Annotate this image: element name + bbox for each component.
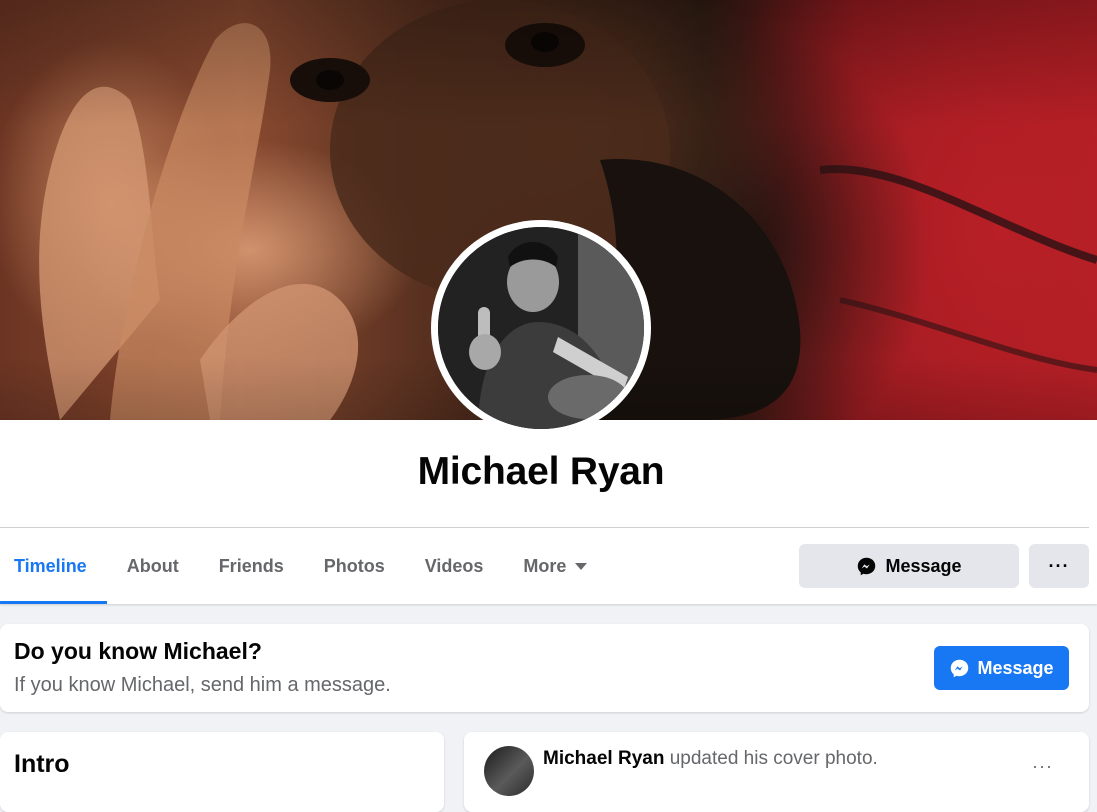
post-menu-icon[interactable]: ··· (1032, 756, 1053, 777)
message-button-label: Message (885, 555, 962, 576)
tab-friends[interactable]: Friends (199, 528, 304, 604)
profile-picture-image (438, 227, 644, 429)
more-actions-button[interactable]: ··· (1029, 544, 1089, 588)
post-card: Michael Ryan updated his cover photo. ··… (464, 732, 1089, 812)
more-dots-icon: ··· (1048, 556, 1070, 576)
post-action-text: updated his cover photo. (664, 748, 878, 769)
know-card-title: Do you know Michael? (14, 638, 262, 664)
tab-videos[interactable]: Videos (405, 528, 504, 604)
profile-tabs: Timeline About Friends Photos Videos Mor… (0, 528, 607, 604)
tab-photos[interactable]: Photos (304, 528, 405, 604)
know-card-subtitle: If you know Michael, send him a message. (14, 674, 391, 696)
know-card-message-button[interactable]: Message (934, 646, 1069, 690)
post-author-name[interactable]: Michael Ryan (543, 748, 664, 769)
caret-down-icon (575, 562, 588, 570)
tab-timeline[interactable]: Timeline (0, 528, 107, 604)
post-author-avatar[interactable] (484, 746, 534, 796)
profile-picture[interactable] (431, 220, 651, 436)
post-header: Michael Ryan updated his cover photo. (543, 748, 878, 770)
tab-about[interactable]: About (107, 528, 199, 604)
intro-card: Intro (0, 732, 444, 812)
tab-more-label: More (523, 555, 567, 576)
know-card-message-label: Message (977, 657, 1054, 678)
intro-title: Intro (14, 750, 70, 778)
know-person-card: Do you know Michael? If you know Michael… (0, 624, 1089, 712)
message-button[interactable]: Message (799, 544, 1019, 588)
profile-picture-art (438, 227, 644, 429)
tab-more[interactable]: More (503, 528, 607, 604)
messenger-icon (951, 659, 969, 677)
profile-name: Michael Ryan (417, 450, 665, 493)
messenger-icon (858, 557, 876, 575)
